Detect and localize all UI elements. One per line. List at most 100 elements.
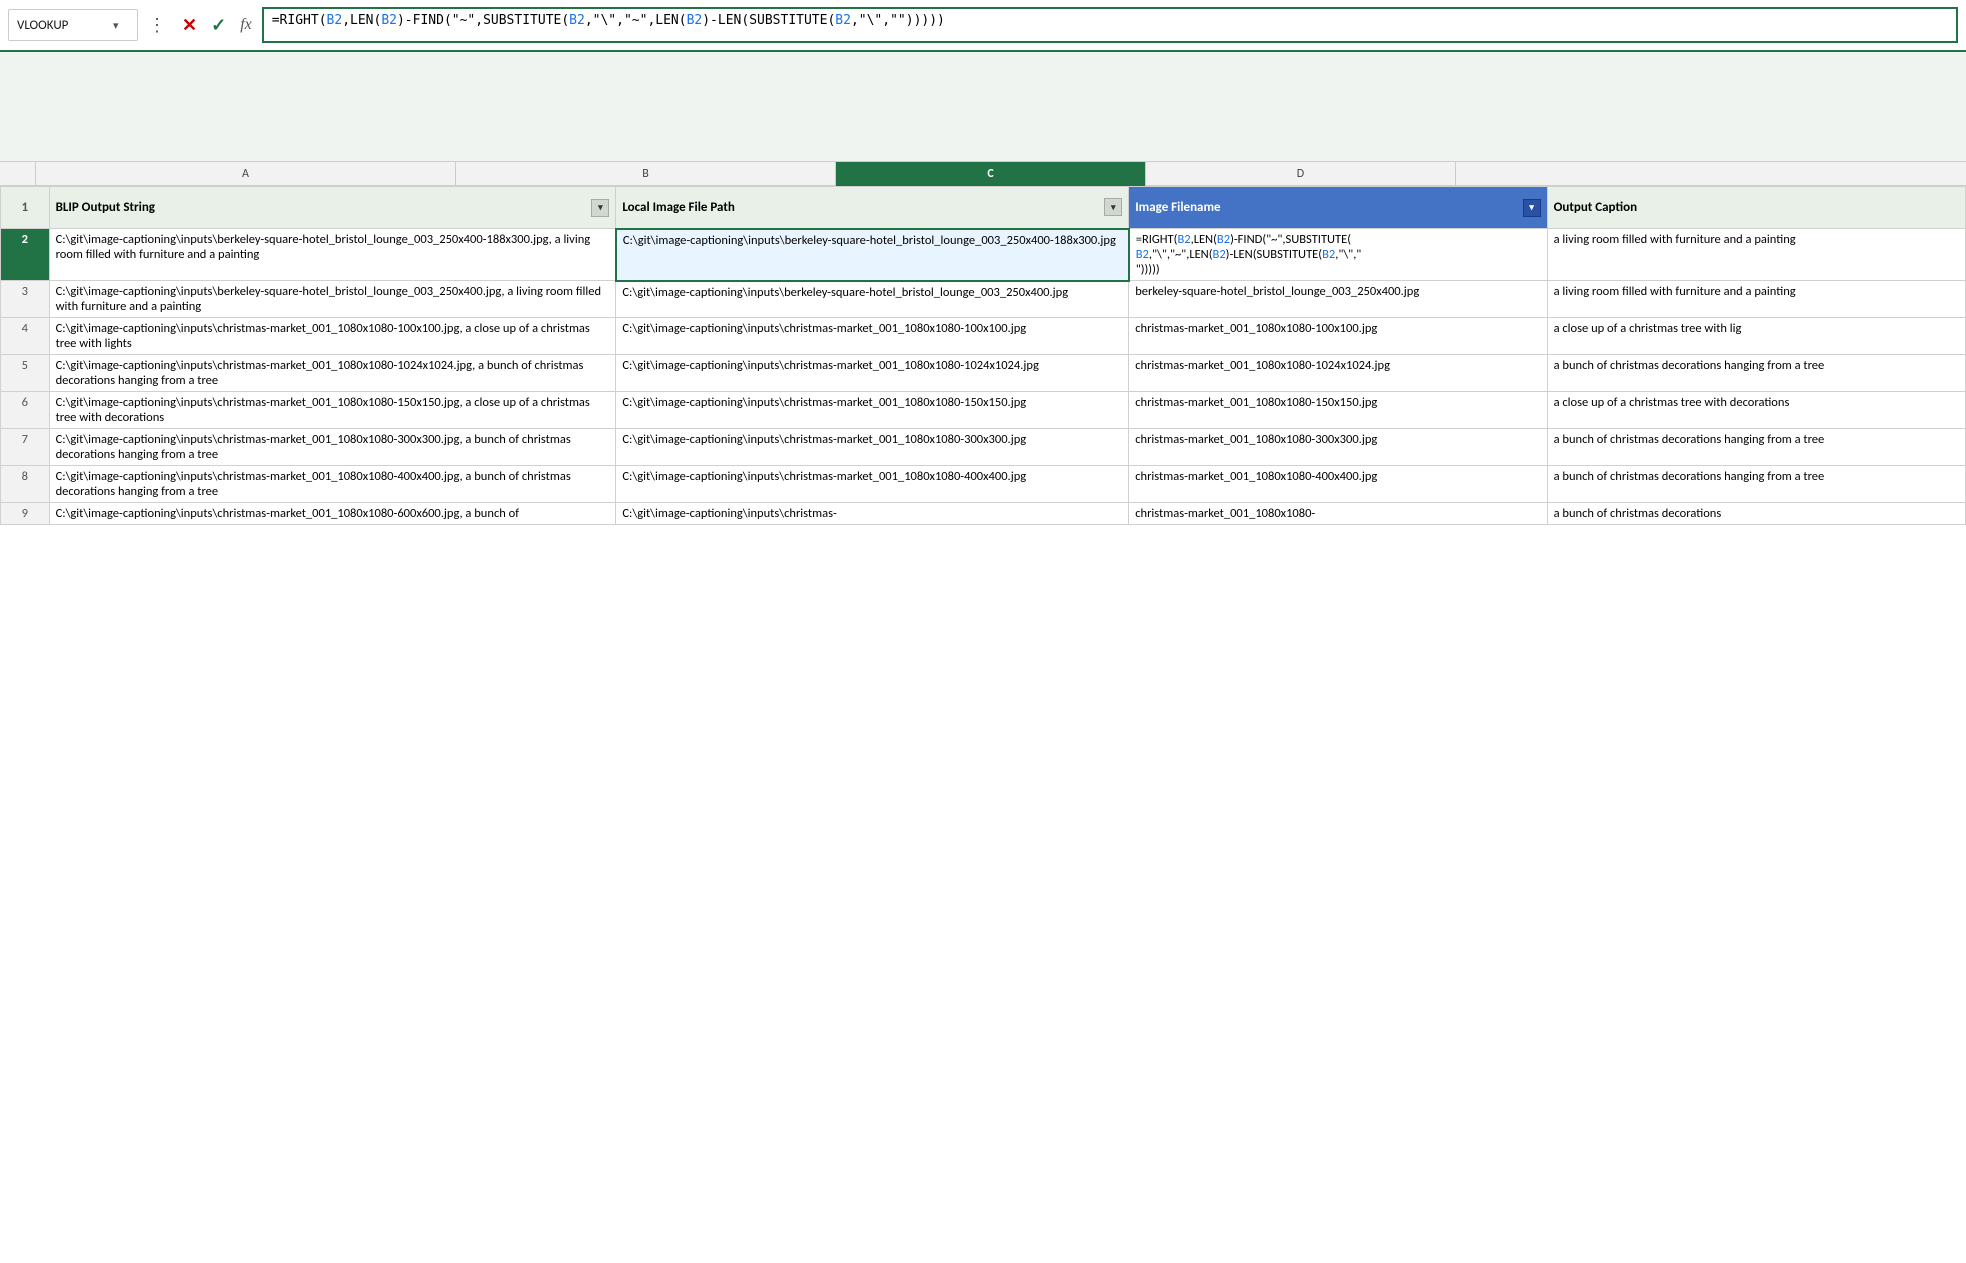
cell-a4[interactable]: C:\git\image-captioning\inputs\christmas…	[49, 318, 616, 355]
header-col-c[interactable]: Image Filename ▾	[1129, 187, 1547, 229]
cell-a3[interactable]: C:\git\image-captioning\inputs\berkeley-…	[49, 281, 616, 318]
table-row: 2 C:\git\image-captioning\inputs\berkele…	[1, 229, 1966, 281]
table-row: 4 C:\git\image-captioning\inputs\christm…	[1, 318, 1966, 355]
cell-b7[interactable]: C:\git\image-captioning\inputs\christmas…	[616, 429, 1129, 466]
formula-confirm-button[interactable]: ✓	[207, 14, 230, 36]
cell-b3[interactable]: C:\git\image-captioning\inputs\berkeley-…	[616, 281, 1129, 318]
header-col-b[interactable]: Local Image File Path ▾	[616, 187, 1129, 229]
cell-b3-value: C:\git\image-captioning\inputs\berkeley-…	[622, 285, 1068, 300]
header-b-label: Local Image File Path	[622, 200, 734, 215]
row-num-6: 6	[1, 392, 50, 429]
filter-btn-c[interactable]: ▾	[1523, 199, 1541, 217]
row-num-1: 1	[1, 187, 50, 229]
col-header-a[interactable]: A	[36, 162, 456, 186]
col-header-c[interactable]: C	[836, 162, 1146, 186]
cell-c3[interactable]: berkeley-square-hotel_bristol_lounge_003…	[1129, 281, 1547, 318]
cell-b6[interactable]: C:\git\image-captioning\inputs\christmas…	[616, 392, 1129, 429]
col-header-b[interactable]: B	[456, 162, 836, 186]
name-box[interactable]: VLOOKUP	[9, 18, 109, 33]
cell-a6[interactable]: C:\git\image-captioning\inputs\christmas…	[49, 392, 616, 429]
sheet-wrapper: A B C D 1 BLIP Output String ▾ Local Ima…	[0, 162, 1966, 525]
cell-d2[interactable]: a living room filled with furniture and …	[1547, 229, 1965, 281]
table-row: 7 C:\git\image-captioning\inputs\christm…	[1, 429, 1966, 466]
name-box-dropdown[interactable]: ▾	[109, 19, 123, 32]
table-row: 9 C:\git\image-captioning\inputs\christm…	[1, 503, 1966, 525]
cell-d2-value: a living room filled with furniture and …	[1554, 232, 1796, 247]
formula-fx-button[interactable]: fx	[236, 16, 256, 34]
cell-c3-value: berkeley-square-hotel_bristol_lounge_003…	[1135, 284, 1419, 299]
cell-d7-value: a bunch of christmas decorations hanging…	[1554, 432, 1825, 447]
row-num-7: 7	[1, 429, 50, 466]
spreadsheet: 1 BLIP Output String ▾ Local Image File …	[0, 186, 1966, 525]
cell-b9-value: C:\git\image-captioning\inputs\christmas…	[622, 506, 836, 521]
header-d-label: Output Caption	[1554, 200, 1637, 215]
cell-c2-formula: =RIGHT(B2,LEN(B2)-FIND("~",SUBSTITUTE( B…	[1136, 232, 1362, 277]
cell-a8[interactable]: C:\git\image-captioning\inputs\christmas…	[49, 466, 616, 503]
formula-cancel-button[interactable]: ✕	[178, 14, 201, 36]
cell-c9-value: christmas-market_001_1080x1080-	[1135, 506, 1315, 521]
row-num-3: 3	[1, 281, 50, 318]
cell-a9[interactable]: C:\git\image-captioning\inputs\christmas…	[49, 503, 616, 525]
cell-d8[interactable]: a bunch of christmas decorations hanging…	[1547, 466, 1965, 503]
cell-a8-value: C:\git\image-captioning\inputs\christmas…	[56, 469, 571, 499]
filter-btn-a[interactable]: ▾	[591, 199, 609, 217]
name-box-wrapper: VLOOKUP ▾	[8, 9, 138, 41]
cell-d4-value: a close up of a christmas tree with lig	[1554, 321, 1742, 336]
cell-c9[interactable]: christmas-market_001_1080x1080-	[1129, 503, 1547, 525]
cell-d5[interactable]: a bunch of christmas decorations hanging…	[1547, 355, 1965, 392]
cell-b5-value: C:\git\image-captioning\inputs\christmas…	[622, 358, 1038, 373]
cell-d9-value: a bunch of christmas decorations	[1554, 506, 1722, 521]
cell-d7[interactable]: a bunch of christmas decorations hanging…	[1547, 429, 1965, 466]
cell-b5[interactable]: C:\git\image-captioning\inputs\christmas…	[616, 355, 1129, 392]
row-num-9: 9	[1, 503, 50, 525]
cell-b9[interactable]: C:\git\image-captioning\inputs\christmas…	[616, 503, 1129, 525]
cell-d4[interactable]: a close up of a christmas tree with lig	[1547, 318, 1965, 355]
cell-b8-value: C:\git\image-captioning\inputs\christmas…	[622, 469, 1026, 484]
cell-d6[interactable]: a close up of a christmas tree with deco…	[1547, 392, 1965, 429]
cell-c7[interactable]: christmas-market_001_1080x1080-300x300.j…	[1129, 429, 1547, 466]
formula-bar: VLOOKUP ▾ ⋮ ✕ ✓ fx =RIGHT(B2,LEN(B2)-FIN…	[0, 0, 1966, 52]
formula-bar-more[interactable]: ⋮	[144, 14, 172, 36]
cell-c4[interactable]: christmas-market_001_1080x1080-100x100.j…	[1129, 318, 1547, 355]
cell-b6-value: C:\git\image-captioning\inputs\christmas…	[622, 395, 1026, 410]
row-num-8: 8	[1, 466, 50, 503]
cell-d9[interactable]: a bunch of christmas decorations	[1547, 503, 1965, 525]
cell-b4-value: C:\git\image-captioning\inputs\christmas…	[622, 321, 1026, 336]
cell-a5[interactable]: C:\git\image-captioning\inputs\christmas…	[49, 355, 616, 392]
cell-a4-value: C:\git\image-captioning\inputs\christmas…	[56, 321, 590, 351]
cell-c7-value: christmas-market_001_1080x1080-300x300.j…	[1135, 432, 1377, 447]
filter-btn-b[interactable]: ▾	[1104, 198, 1122, 216]
cell-c5[interactable]: christmas-market_001_1080x1080-1024x1024…	[1129, 355, 1547, 392]
cell-c8[interactable]: christmas-market_001_1080x1080-400x400.j…	[1129, 466, 1547, 503]
top-empty-area	[0, 52, 1966, 162]
cell-c4-value: christmas-market_001_1080x1080-100x100.j…	[1135, 321, 1377, 336]
formula-input[interactable]: =RIGHT(B2,LEN(B2)-FIND("~",SUBSTITUTE(B2…	[262, 7, 1958, 43]
cell-d6-value: a close up of a christmas tree with deco…	[1554, 395, 1790, 410]
cell-d3[interactable]: a living room filled with furniture and …	[1547, 281, 1965, 318]
table-row: 8 C:\git\image-captioning\inputs\christm…	[1, 466, 1966, 503]
cell-d3-value: a living room filled with furniture and …	[1554, 284, 1796, 299]
cell-c5-value: christmas-market_001_1080x1080-1024x1024…	[1135, 358, 1390, 373]
cell-b7-value: C:\git\image-captioning\inputs\christmas…	[622, 432, 1026, 447]
cell-b8[interactable]: C:\git\image-captioning\inputs\christmas…	[616, 466, 1129, 503]
header-col-d[interactable]: Output Caption	[1547, 187, 1965, 229]
cell-a2[interactable]: C:\git\image-captioning\inputs\berkeley-…	[49, 229, 616, 281]
col-headers: A B C D	[0, 162, 1966, 186]
header-col-a[interactable]: BLIP Output String ▾	[49, 187, 616, 229]
cell-c6[interactable]: christmas-market_001_1080x1080-150x150.j…	[1129, 392, 1547, 429]
cell-b2-value: C:\git\image-captioning\inputs\berkeley-…	[623, 233, 1116, 248]
cell-a3-value: C:\git\image-captioning\inputs\berkeley-…	[56, 284, 601, 314]
cell-a6-value: C:\git\image-captioning\inputs\christmas…	[56, 395, 590, 425]
cell-a7[interactable]: C:\git\image-captioning\inputs\christmas…	[49, 429, 616, 466]
col-header-d[interactable]: D	[1146, 162, 1456, 186]
cell-a7-value: C:\git\image-captioning\inputs\christmas…	[56, 432, 571, 462]
cell-b4[interactable]: C:\git\image-captioning\inputs\christmas…	[616, 318, 1129, 355]
row-num-2: 2	[1, 229, 50, 281]
row-num-5: 5	[1, 355, 50, 392]
header-a-label: BLIP Output String	[56, 200, 155, 215]
cell-b2[interactable]: C:\git\image-captioning\inputs\berkeley-…	[616, 229, 1129, 281]
table-row: 5 C:\git\image-captioning\inputs\christm…	[1, 355, 1966, 392]
row-num-col-header	[0, 162, 36, 185]
table-row: 6 C:\git\image-captioning\inputs\christm…	[1, 392, 1966, 429]
cell-c2[interactable]: =RIGHT(B2,LEN(B2)-FIND("~",SUBSTITUTE( B…	[1129, 229, 1547, 281]
